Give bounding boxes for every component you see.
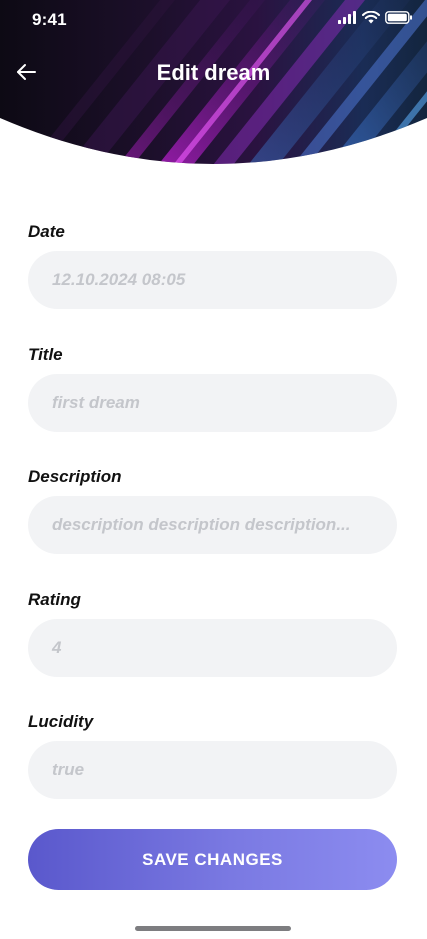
page-title: Edit dream xyxy=(156,60,271,85)
title-input[interactable]: first dream xyxy=(28,373,397,432)
header-banner: 9:41 Edit dream xyxy=(0,0,427,175)
field-rating: Rating 4 xyxy=(28,590,397,713)
status-bar: 9:41 xyxy=(0,0,427,40)
save-changes-button[interactable]: SAVE CHANGES xyxy=(28,829,397,890)
field-date: Date 12.10.2024 08:05 xyxy=(28,222,397,345)
field-description: Description description description desc… xyxy=(28,467,397,590)
description-input[interactable]: description description description... xyxy=(28,496,397,554)
status-time: 9:41 xyxy=(32,10,67,29)
rating-input[interactable]: 4 xyxy=(28,618,397,677)
field-lucidity: Lucidity true xyxy=(28,712,397,835)
signal-icon xyxy=(338,11,357,29)
field-label: Lucidity xyxy=(28,712,94,731)
home-indicator[interactable] xyxy=(135,926,291,931)
date-input[interactable]: 12.10.2024 08:05 xyxy=(28,251,397,309)
field-title: Title first dream xyxy=(28,345,397,468)
wifi-icon xyxy=(362,10,380,29)
edit-dream-form: Date 12.10.2024 08:05 Title first dream … xyxy=(28,222,397,835)
field-label: Rating xyxy=(28,589,81,609)
field-label: Title xyxy=(28,344,63,364)
battery-icon xyxy=(385,11,413,29)
field-label: Date xyxy=(28,222,65,241)
lucidity-input[interactable]: true xyxy=(28,741,397,799)
status-icons xyxy=(338,10,413,29)
field-label: Description xyxy=(28,467,122,486)
